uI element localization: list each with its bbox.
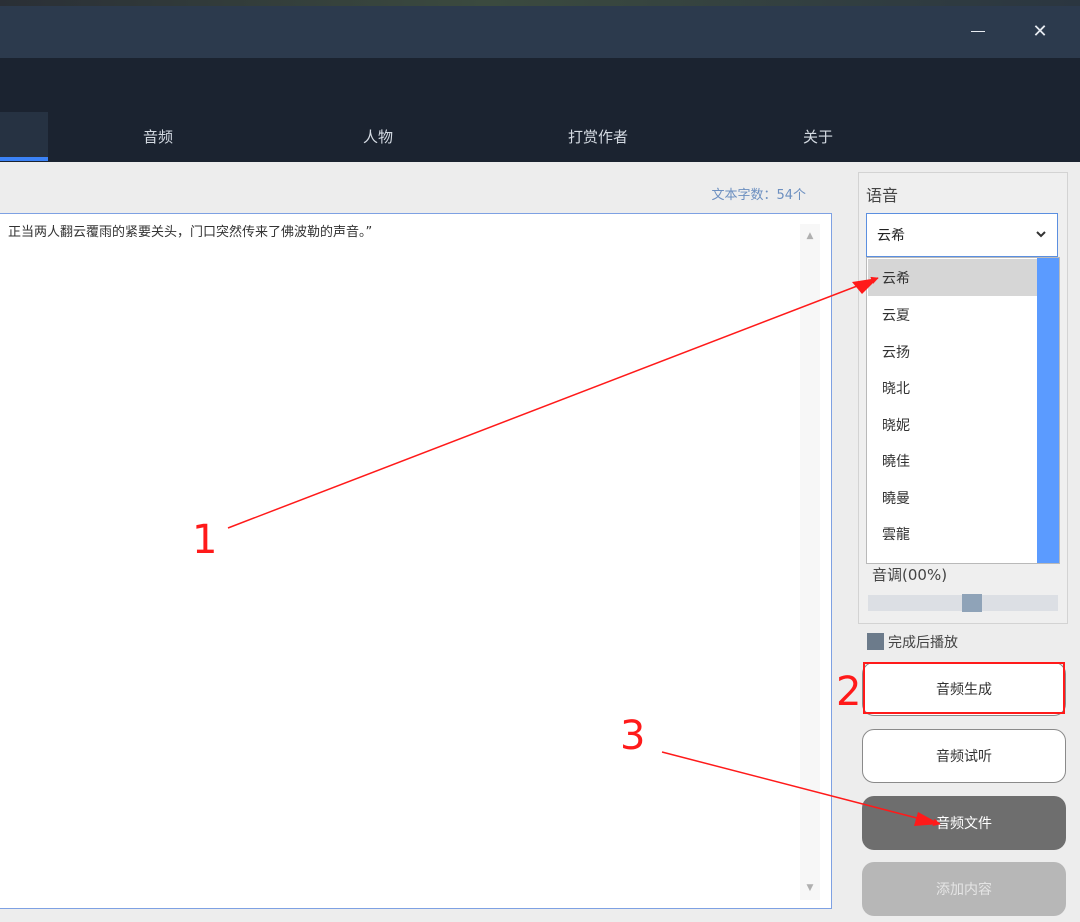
scroll-up-icon[interactable]: ▲ [805,231,815,241]
autoplay-label: 完成后播放 [888,635,958,651]
pitch-label: 音调(00%) [872,566,948,584]
voice-select[interactable]: 云希 [866,213,1058,257]
voice-select-value: 云希 [877,228,905,244]
editor-content[interactable]: 正当两人翻云覆雨的紧要关头，门口突然传来了佛波勒的声音。” [8,221,372,240]
pitch-slider-thumb[interactable] [962,594,982,612]
tab-label: 关于 [802,127,833,146]
tab-about[interactable]: 关于 [718,112,918,160]
char-count: 文本字数：54个 [711,188,806,203]
voice-option[interactable]: 晓妮 [868,406,1038,443]
tab-label: 人物 [362,127,393,146]
button-label: 音频试听 [936,749,992,765]
close-button[interactable]: ✕ [1010,6,1070,56]
tab-label: 打赏作者 [567,127,628,146]
add-content-button[interactable]: 添加内容 [862,862,1066,916]
button-label: 音频文件 [936,816,992,832]
close-icon: ✕ [1032,20,1048,42]
voice-label: 语音 [866,186,899,205]
editor-scrollbar[interactable] [800,224,820,900]
annotation-number-3: 3 [620,713,646,759]
autoplay-checkbox[interactable] [867,633,884,650]
preview-audio-button[interactable]: 音频试听 [862,729,1066,783]
tab-donate[interactable]: 打赏作者 [498,112,698,160]
tab-label: 音频 [142,127,173,146]
annotation-highlight-box [863,662,1065,714]
text-editor[interactable] [0,213,832,909]
tab-characters[interactable]: 人物 [278,112,478,160]
scroll-down-icon[interactable]: ▼ [805,883,815,893]
voice-option[interactable]: 云希 [868,259,1038,296]
annotation-number-2: 2 [836,669,862,715]
voice-option[interactable]: 云夏 [868,296,1038,333]
minimize-button[interactable] [948,6,1008,56]
voice-option[interactable]: 晓北 [868,369,1038,406]
dropdown-scrollbar[interactable] [1037,258,1059,563]
voice-option[interactable]: 曉曼 [868,479,1038,516]
tab-audio[interactable]: 音频 [58,112,258,160]
tab-active-indicator [0,157,48,161]
button-label: 添加内容 [936,882,992,898]
chevron-down-icon [1036,231,1046,238]
annotation-number-1: 1 [192,517,218,563]
minimize-icon [971,30,985,32]
voice-option[interactable]: 曉佳 [868,442,1038,479]
tab-active[interactable] [0,112,48,160]
voice-dropdown[interactable]: 云希 云夏 云扬 晓北 晓妮 曉佳 曉曼 雲龍 [866,257,1060,564]
audio-file-button[interactable]: 音频文件 [862,796,1066,850]
voice-option[interactable]: 雲龍 [868,515,1038,552]
voice-option[interactable]: 云扬 [868,333,1038,370]
title-bar [0,6,1080,58]
